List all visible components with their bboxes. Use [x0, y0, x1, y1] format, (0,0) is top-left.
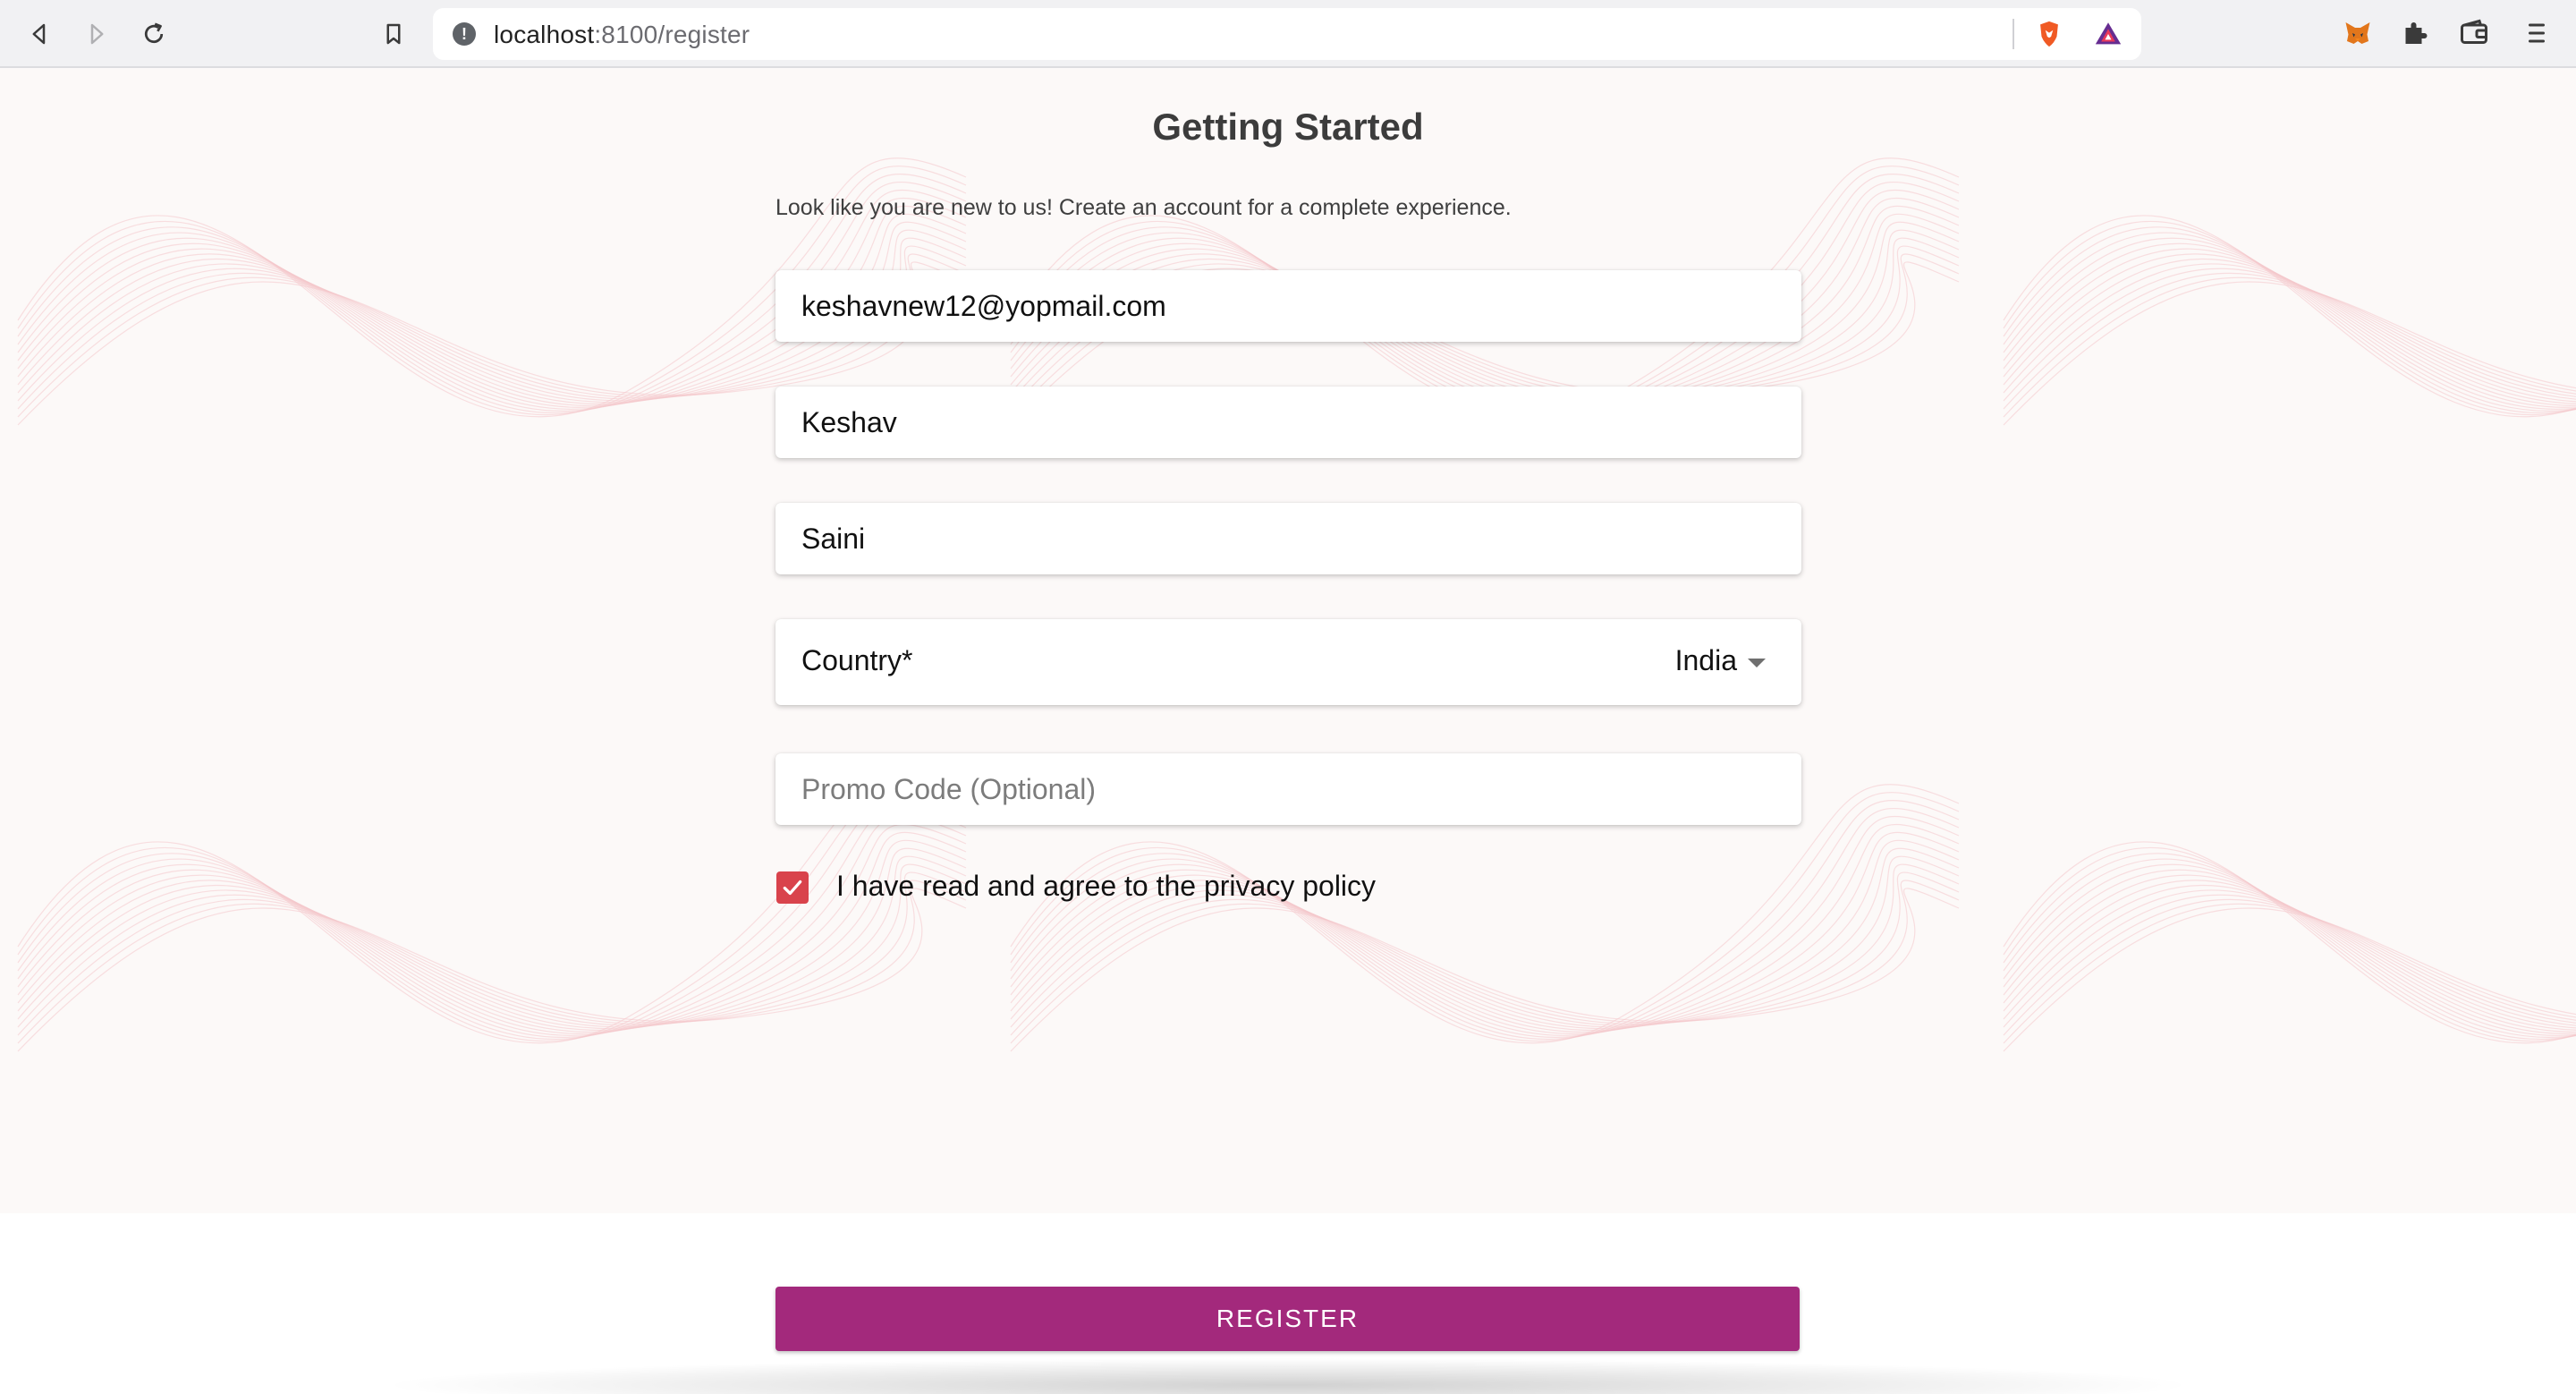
email-field[interactable] [775, 270, 1801, 342]
privacy-checkbox[interactable] [776, 871, 809, 904]
background-wave-line [2003, 253, 2576, 404]
background-wave-line [2003, 903, 2576, 1044]
browser-toolbar: ! localhost:8100/register [0, 0, 2576, 68]
checkmark-icon [783, 880, 802, 896]
background-wave-line [2003, 258, 2576, 403]
menu-icon[interactable] [2521, 17, 2553, 49]
country-select[interactable]: Country* India [775, 619, 1801, 705]
background-wave-line [17, 792, 967, 1041]
background-wave-line [1010, 880, 1960, 1044]
promo-code-input[interactable] [775, 753, 1801, 825]
country-label: Country* [801, 644, 913, 676]
background-wave-line [17, 888, 967, 1052]
background-wave-line [2003, 226, 2576, 413]
background-wave-line [2003, 884, 2576, 1029]
url-divider [2012, 19, 2014, 49]
register-page: Getting Started Look like you are new to… [0, 70, 2576, 1394]
background-wave-line [2003, 846, 2576, 1041]
brave-rewards-icon[interactable] [2093, 19, 2123, 49]
first-name-input[interactable] [775, 387, 1801, 458]
background-wave-line [2003, 276, 2576, 418]
page-subtitle: Look like you are new to us! Create an a… [775, 195, 1512, 220]
background-wave-line [2003, 220, 2576, 415]
background-wave-line [2003, 268, 2576, 402]
address-bar[interactable]: ! localhost:8100/register [433, 8, 2141, 60]
background-wave-line [2003, 841, 2576, 1044]
background-wave-line [2003, 907, 2576, 1052]
last-name-input[interactable] [775, 503, 1801, 574]
background-wave-line [1010, 888, 1960, 1052]
first-name-field[interactable] [775, 387, 1801, 458]
country-value[interactable]: India [1675, 644, 1737, 677]
background-waves-pattern [17, 157, 2576, 1052]
brave-shields-icon[interactable] [2034, 19, 2064, 49]
site-info-icon[interactable]: ! [453, 22, 476, 46]
metamask-icon[interactable] [2342, 17, 2374, 49]
background-wave-line [2003, 894, 2576, 1028]
email-input[interactable] [775, 270, 1801, 342]
chevron-down-icon[interactable] [1748, 659, 1766, 667]
url-text[interactable]: localhost:8100/register [494, 21, 750, 49]
wallet-icon[interactable] [2458, 17, 2490, 49]
page-title: Getting Started [1152, 106, 1424, 148]
register-button[interactable]: REGISTER [775, 1287, 1800, 1351]
bookmark-icon[interactable] [376, 16, 411, 52]
back-icon[interactable] [21, 16, 57, 52]
background-wave-line [2003, 272, 2576, 410]
privacy-policy-label[interactable]: I have read and agree to the privacy pol… [836, 870, 1376, 903]
last-name-field[interactable] [775, 503, 1801, 574]
bottom-shadow [376, 1358, 2200, 1394]
background-wave-line [17, 871, 967, 1036]
promo-code-field[interactable] [775, 753, 1801, 825]
reload-icon[interactable] [136, 16, 172, 52]
background-wave-line [17, 880, 967, 1044]
background-wave-line [2003, 281, 2576, 426]
forward-icon[interactable] [79, 16, 114, 52]
background-wave-line [1010, 792, 1960, 1041]
extensions-icon[interactable] [2399, 17, 2431, 49]
background-wave-line [2003, 898, 2576, 1036]
background-wave-line [2003, 215, 2576, 418]
background-wave-line [2003, 880, 2576, 1031]
background-wave-line [2003, 853, 2576, 1040]
